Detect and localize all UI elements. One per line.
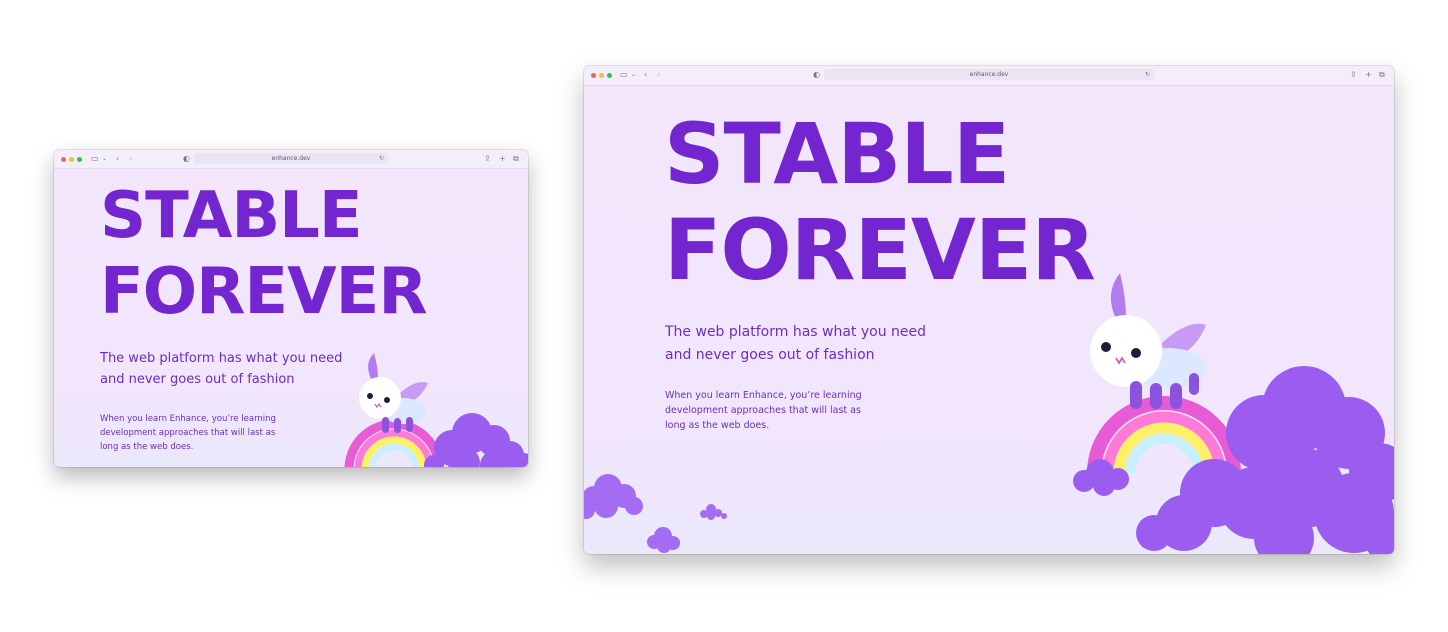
- cloud-icon: [647, 527, 680, 553]
- share-icon[interactable]: ⇪: [1350, 69, 1357, 81]
- new-tab-icon[interactable]: +: [499, 153, 506, 165]
- unicorn-rainbow-illustration: [344, 353, 528, 467]
- zoom-window-button[interactable]: [77, 157, 82, 162]
- hero-body: When you learn Enhance, you’re learning …: [665, 388, 862, 433]
- hero-subtitle: The web platform has what you need and n…: [665, 321, 926, 367]
- minimize-window-button[interactable]: [69, 157, 74, 162]
- hero-subtitle-line1: The web platform has what you need: [665, 324, 927, 340]
- hero-body-line2: development approaches that will last as: [665, 405, 861, 416]
- unicorn-rainbow-illustration: [1073, 273, 1394, 554]
- minimize-window-button[interactable]: [599, 73, 604, 78]
- hero-body: When you learn Enhance, you’re learning …: [100, 412, 276, 454]
- chevron-down-icon[interactable]: ⌄: [631, 69, 636, 81]
- browser-toolbar: ▭ ⌄ ‹ › ◐ enhance.dev ↻ ⇪ + ⧉: [584, 66, 1394, 86]
- hero-body-line2: development approaches that will last as: [100, 428, 276, 438]
- new-tab-icon[interactable]: +: [1365, 69, 1372, 81]
- browser-window-large: ▭ ⌄ ‹ › ◐ enhance.dev ↻ ⇪ + ⧉ STABLE FOR…: [584, 66, 1394, 554]
- close-window-button[interactable]: [61, 157, 66, 162]
- hero-subtitle-line2: and never goes out of fashion: [100, 372, 295, 387]
- hero-title: STABLE FOREVER: [100, 178, 428, 330]
- hero-title: STABLE FOREVER: [664, 105, 1096, 299]
- hero-subtitle: The web platform has what you need and n…: [100, 348, 342, 390]
- back-icon[interactable]: ‹: [116, 153, 119, 165]
- hero-body-line1: When you learn Enhance, you’re learning: [665, 390, 862, 401]
- hero-body-line3: long as the web does.: [665, 420, 770, 431]
- sidebar-icon[interactable]: ▭: [620, 69, 628, 81]
- browser-window-small: ▭ ⌄ ‹ › ◐ enhance.dev ↻ ⇪ + ⧉ STABLE FOR…: [54, 150, 528, 467]
- shield-icon[interactable]: ◐: [183, 153, 190, 165]
- back-icon[interactable]: ‹: [644, 69, 647, 81]
- hero-title-line2: FOREVER: [664, 201, 1096, 299]
- sidebar-icon[interactable]: ▭: [91, 153, 99, 165]
- reload-icon[interactable]: ↻: [1145, 69, 1150, 81]
- cloud-icon: [700, 504, 727, 520]
- share-icon[interactable]: ⇪: [484, 153, 491, 165]
- browser-toolbar: ▭ ⌄ ‹ › ◐ enhance.dev ↻ ⇪ + ⧉: [54, 150, 528, 169]
- page-content: STABLE FOREVER The web platform has what…: [54, 169, 528, 467]
- hero-body-line1: When you learn Enhance, you’re learning: [100, 414, 276, 424]
- hero-subtitle-line2: and never goes out of fashion: [665, 347, 875, 363]
- page-content: STABLE FOREVER The web platform has what…: [584, 86, 1394, 554]
- forward-icon[interactable]: ›: [657, 69, 660, 81]
- left-clouds-illustration: [584, 474, 727, 553]
- tabs-overview-icon[interactable]: ⧉: [513, 153, 519, 165]
- hero-subtitle-line1: The web platform has what you need: [100, 351, 343, 366]
- forward-icon[interactable]: ›: [129, 153, 132, 165]
- close-window-button[interactable]: [591, 73, 596, 78]
- winged-cat-icon: [359, 353, 428, 433]
- cloud-icon: [584, 474, 643, 519]
- hero-title-line1: STABLE: [100, 179, 363, 253]
- cloud-icon: [424, 413, 528, 467]
- winged-cat-icon: [1090, 273, 1207, 409]
- url-text: enhance.dev: [969, 71, 1009, 78]
- hero-title-line2: FOREVER: [100, 255, 428, 329]
- hero-body-line3: long as the web does.: [100, 442, 194, 452]
- reload-icon[interactable]: ↻: [379, 153, 384, 165]
- url-text: enhance.dev: [271, 155, 311, 162]
- zoom-window-button[interactable]: [607, 73, 612, 78]
- shield-icon[interactable]: ◐: [813, 69, 820, 81]
- address-bar[interactable]: enhance.dev: [194, 153, 388, 164]
- hero-title-line1: STABLE: [664, 105, 1010, 203]
- address-bar[interactable]: enhance.dev: [824, 69, 1154, 80]
- chevron-down-icon[interactable]: ⌄: [102, 153, 107, 165]
- tabs-overview-icon[interactable]: ⧉: [1379, 69, 1385, 81]
